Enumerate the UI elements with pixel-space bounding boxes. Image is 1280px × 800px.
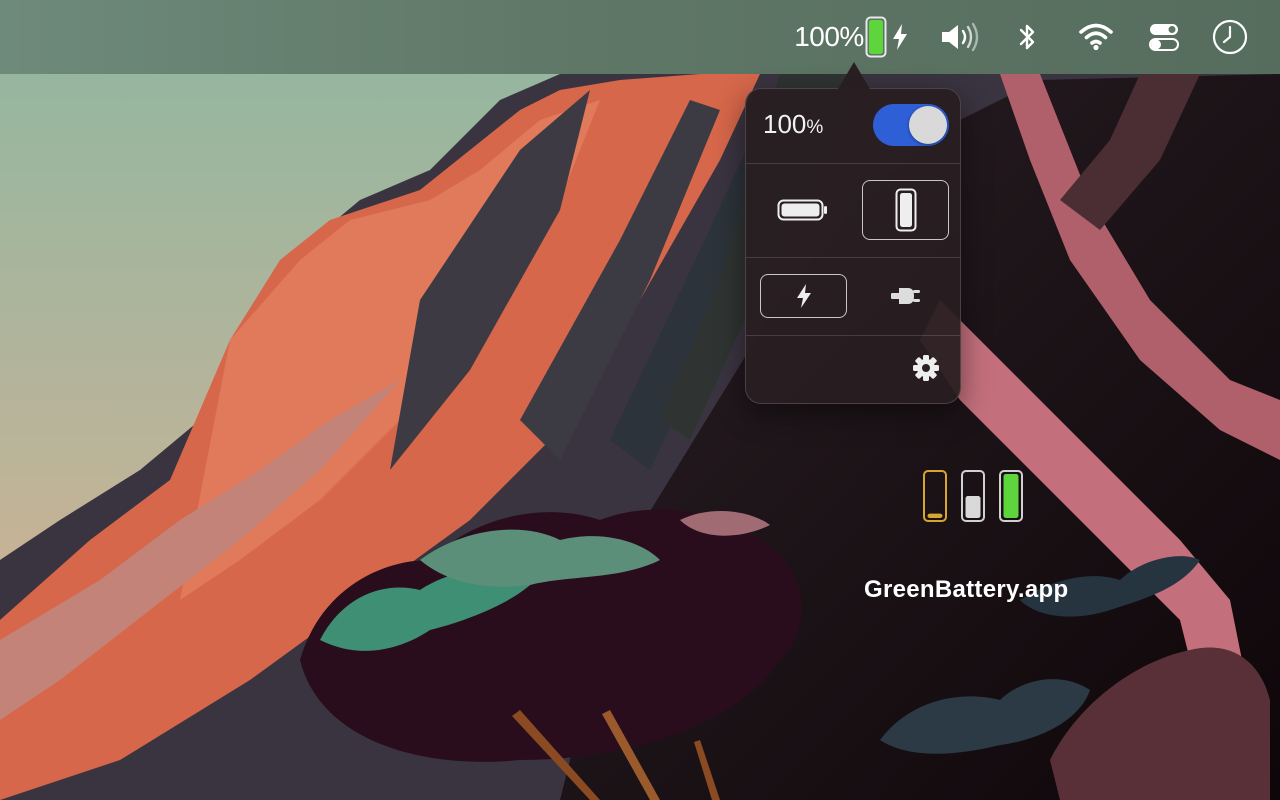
divider [746,335,960,336]
battery-popover: 100% [745,88,961,404]
lightning-icon [796,284,811,308]
volume-icon[interactable] [938,0,982,74]
mini-battery-fill [1003,474,1019,518]
mini-battery-icon [999,470,1023,522]
control-center-icon[interactable] [1146,0,1182,74]
popover-arrow [838,62,870,89]
mini-battery-fill [927,513,943,518]
menubar-percent-sign: % [839,21,864,52]
mini-battery-icon [961,470,985,522]
battery-style-illustration [922,469,1024,523]
horizontal-battery-option[interactable] [760,180,846,240]
mini-battery-fill [965,496,981,518]
app-name-caption: GreenBattery.app [864,576,1069,603]
wifi-icon[interactable] [1078,0,1114,74]
divider [746,163,960,164]
show-percentage-toggle[interactable] [873,104,949,146]
plug-icon [890,288,920,304]
toggle-knob [909,106,947,144]
menubar-percent-value: 100 [794,21,840,52]
vertical-battery-icon [895,188,916,232]
horizontal-battery-icon [777,199,827,221]
lightning-indicator-option[interactable] [760,274,847,318]
lightning-icon [889,0,911,74]
clock-icon[interactable] [1210,0,1250,74]
mini-battery-icon [923,470,947,522]
bluetooth-icon[interactable] [1014,0,1040,74]
popover-percent-value: 100 [763,109,807,139]
popover-percentage-label: 100% [763,109,823,140]
menu-bar: 100% [0,0,1280,74]
desktop-wallpaper [0,0,1280,800]
gear-icon [913,355,939,381]
settings-button[interactable] [906,351,946,385]
vertical-battery-option[interactable] [862,180,949,240]
plug-indicator-option[interactable] [862,274,949,318]
popover-percent-sign: % [806,117,824,138]
divider [746,257,960,258]
